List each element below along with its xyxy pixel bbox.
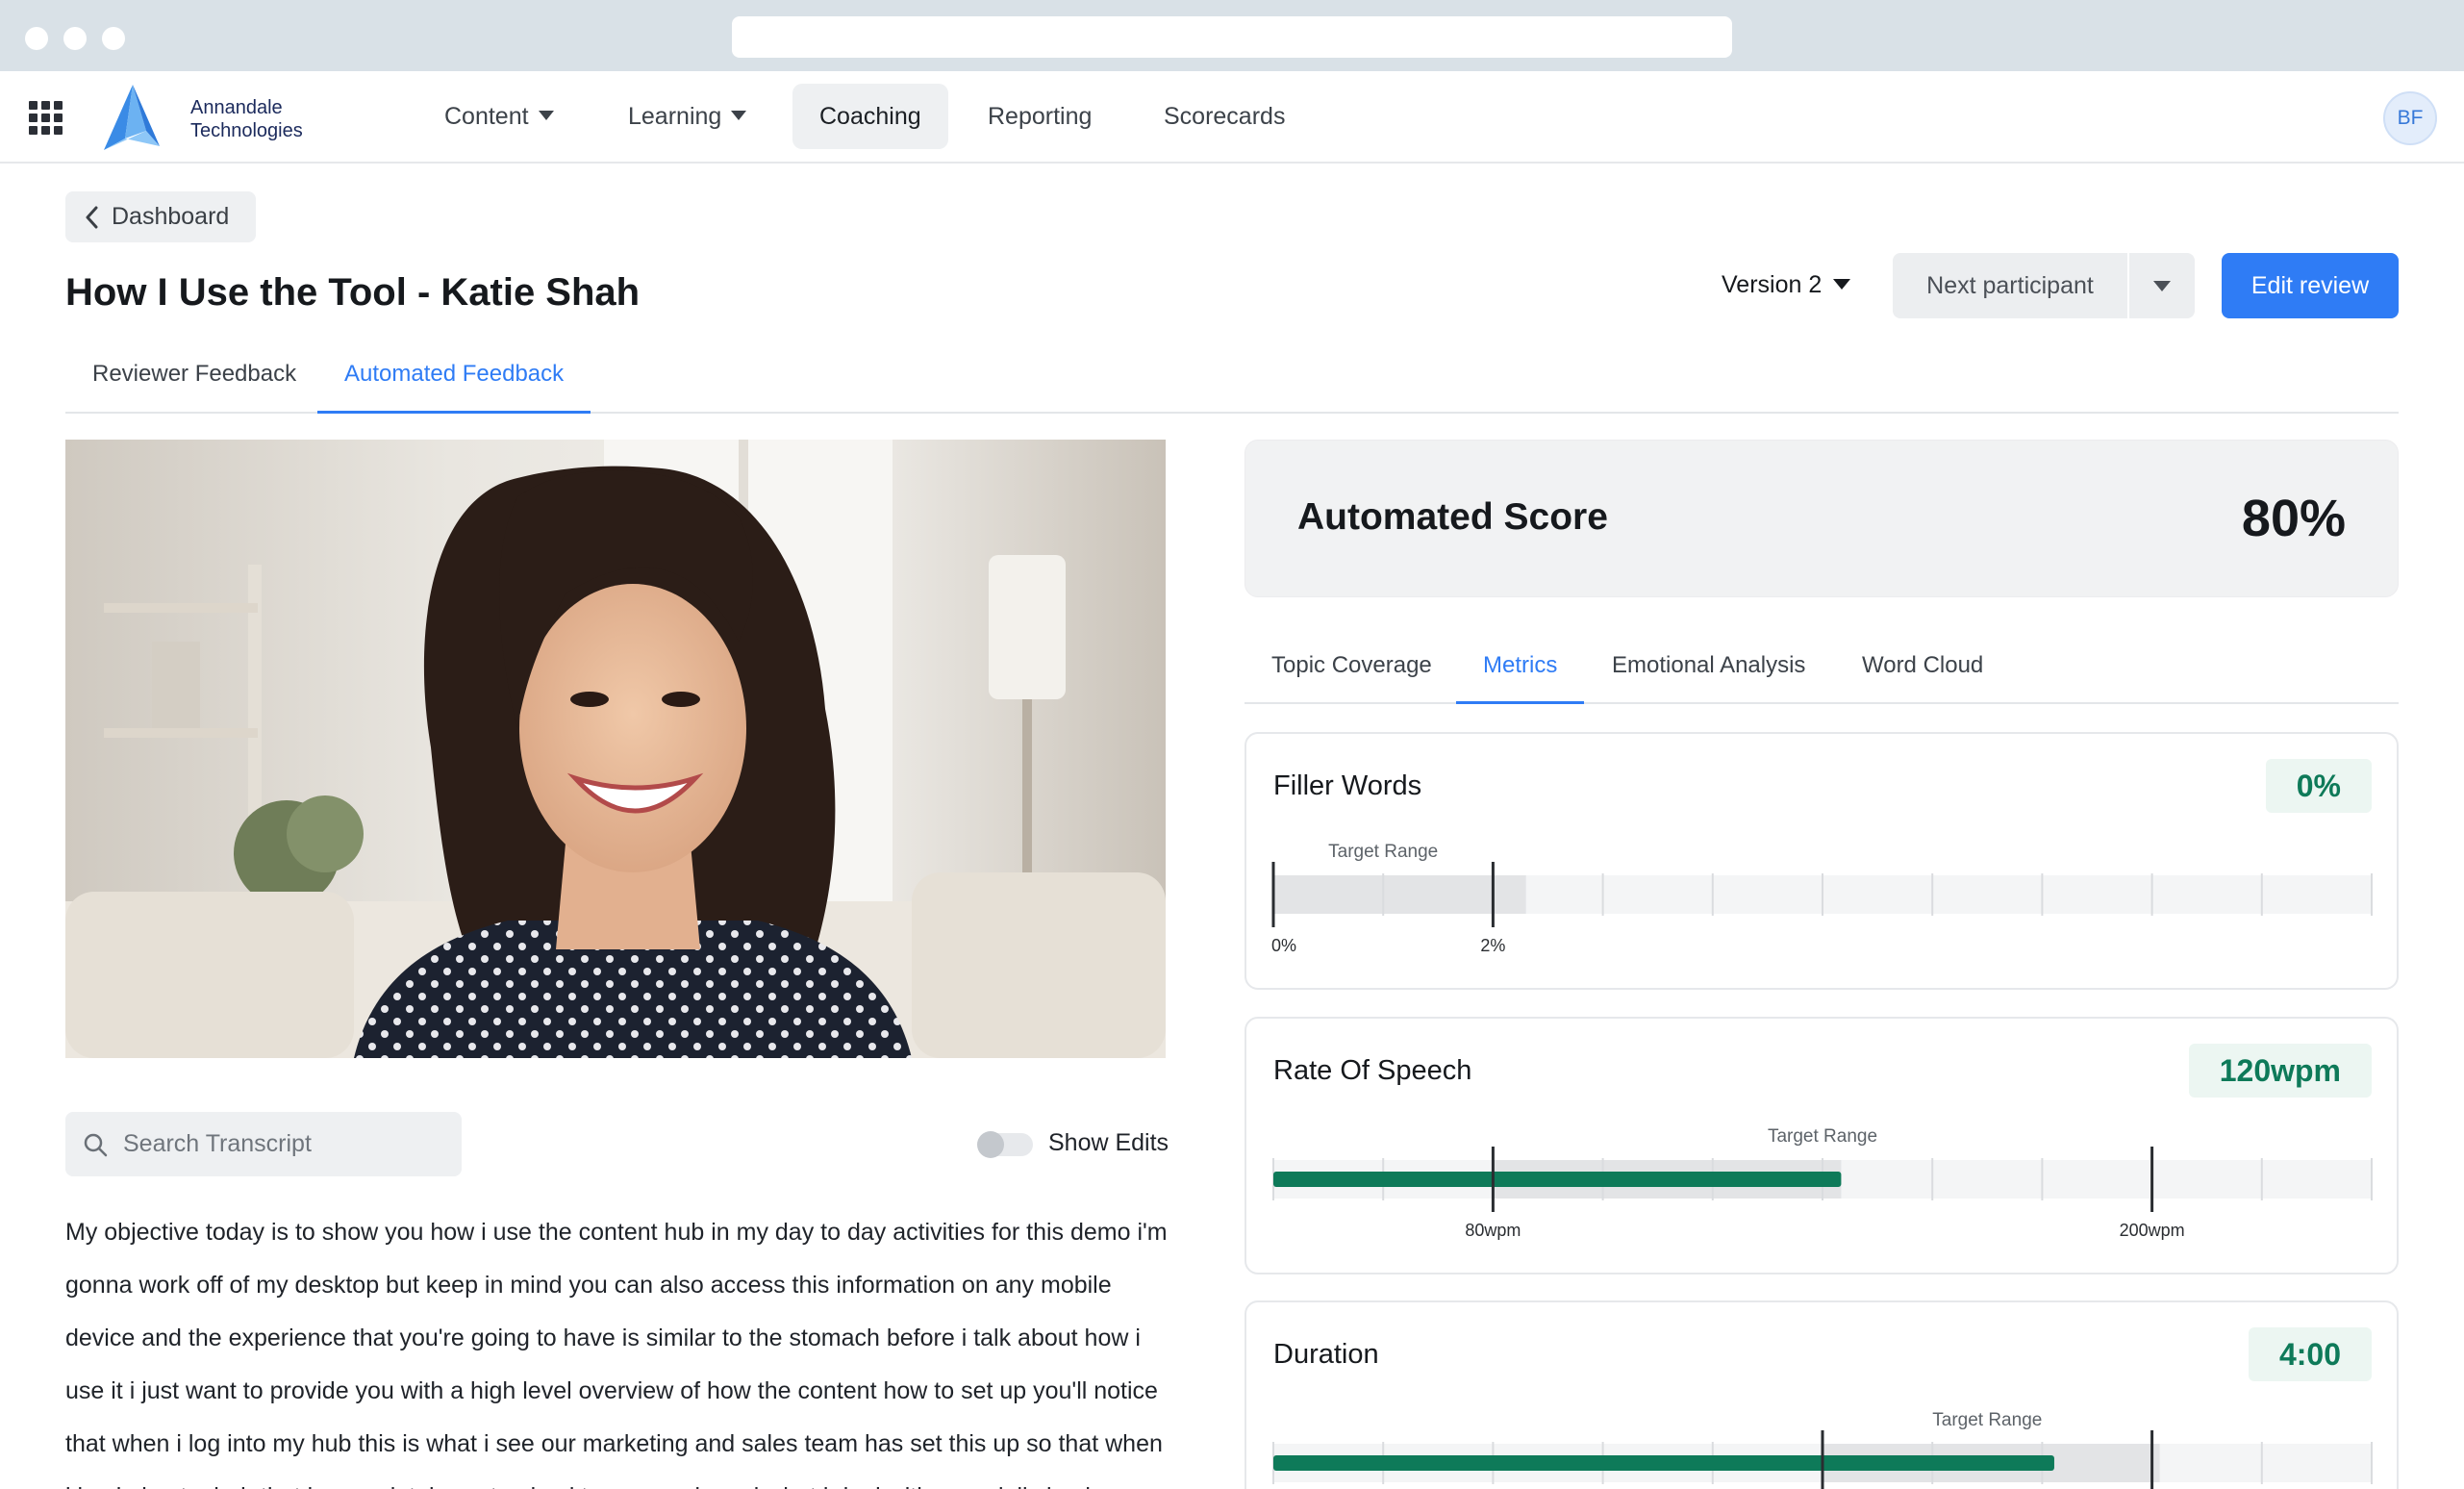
metric-title: Rate Of Speech [1273,1055,1472,1086]
value-fill-bar [1273,1172,1842,1187]
nav-learning[interactable]: Learning [601,84,773,149]
nav-coaching[interactable]: Coaching [792,84,948,149]
metric-title: Filler Words [1273,770,1422,801]
back-label: Dashboard [112,203,230,230]
tab-metrics[interactable]: Metrics [1456,637,1585,704]
browser-chrome [0,0,2464,71]
metric-card-filler-words: Target Range 0% 2% Filler Words 0% [1245,732,2399,990]
target-range-label: Target Range [1768,1126,1877,1147]
range-max-label: 2% [1480,936,1505,955]
version-dropdown[interactable]: Version 2 [1722,269,1851,300]
nav-content[interactable]: Content [417,84,581,149]
tab-emotional-analysis[interactable]: Emotional Analysis [1585,637,1832,704]
window-maximize-dot[interactable] [102,27,125,50]
chevron-down-icon [1833,278,1851,290]
app-grid-icon[interactable] [29,101,63,136]
target-range-shade [1273,875,1526,914]
back-to-dashboard-button[interactable]: Dashboard [65,191,256,242]
next-participant-menu-button[interactable] [2129,253,2195,318]
duration-range-bar: Target Range [1272,1410,2373,1489]
chevron-left-icon [86,206,98,229]
metric-value-badge: 0% [2265,759,2372,813]
automated-score-label: Automated Score [1297,496,1608,538]
automated-score-value: 80% [2241,490,2346,547]
search-transcript-input[interactable] [123,1112,450,1176]
target-range-label: Target Range [1328,842,1438,862]
toggle-knob [977,1131,1004,1158]
tab-automated-feedback[interactable]: Automated Feedback [317,346,591,414]
edit-review-button[interactable]: Edit review [2222,253,2399,318]
user-avatar[interactable]: BF [2383,91,2437,145]
nav-scorecards[interactable]: Scorecards [1137,84,1312,149]
window-close-dot[interactable] [25,27,48,50]
feedback-tabs: Reviewer Feedback Automated Feedback [65,346,2399,414]
metric-card-duration: Target Range Duration 4:00 [1245,1300,2399,1489]
metric-value-badge: 4:00 [2248,1327,2372,1381]
chevron-down-icon [2153,281,2171,291]
analysis-tabs: Topic Coverage Metrics Emotional Analysi… [1245,637,2399,704]
video-player[interactable] [65,440,1166,1058]
range-max-label: 200wpm [2120,1221,2185,1240]
value-fill-bar [1273,1455,2054,1471]
page-title: How I Use the Tool - Katie Shah [65,271,641,314]
address-bar[interactable] [732,16,1732,58]
automated-score-card: Automated Score 80% [1245,440,2399,597]
participant-video-frame [65,440,1166,1058]
search-icon [84,1133,108,1157]
target-range-label: Target Range [1932,1410,2042,1430]
chevron-down-icon [538,111,554,121]
window-minimize-dot[interactable] [63,27,87,50]
company-name: Annandale Technologies [190,97,303,141]
chevron-down-icon [731,111,747,121]
metric-card-rate-of-speech: Target Range 80wpm 200wpm Rate Of Speech 1… [1245,1017,2399,1274]
show-edits-label: Show Edits [1048,1129,1169,1156]
search-transcript-box[interactable] [65,1112,462,1176]
app-navbar: Annandale Technologies Content Learning … [0,71,2464,164]
company-logo-icon [104,85,160,150]
range-min-label: 80wpm [1465,1221,1521,1240]
range-min-label: 0% [1271,936,1296,955]
tab-topic-coverage[interactable]: Topic Coverage [1245,637,1459,704]
tab-word-cloud[interactable]: Word Cloud [1835,637,2010,704]
show-edits-toggle[interactable] [977,1131,1033,1158]
metric-title: Duration [1273,1339,1379,1370]
next-participant-button[interactable]: Next participant [1893,253,2127,318]
transcript-text: My objective today is to show you how i … [65,1219,1168,1489]
metric-value-badge: 120wpm [2188,1044,2372,1098]
tab-reviewer-feedback[interactable]: Reviewer Feedback [65,346,323,414]
nav-reporting[interactable]: Reporting [961,84,1119,149]
